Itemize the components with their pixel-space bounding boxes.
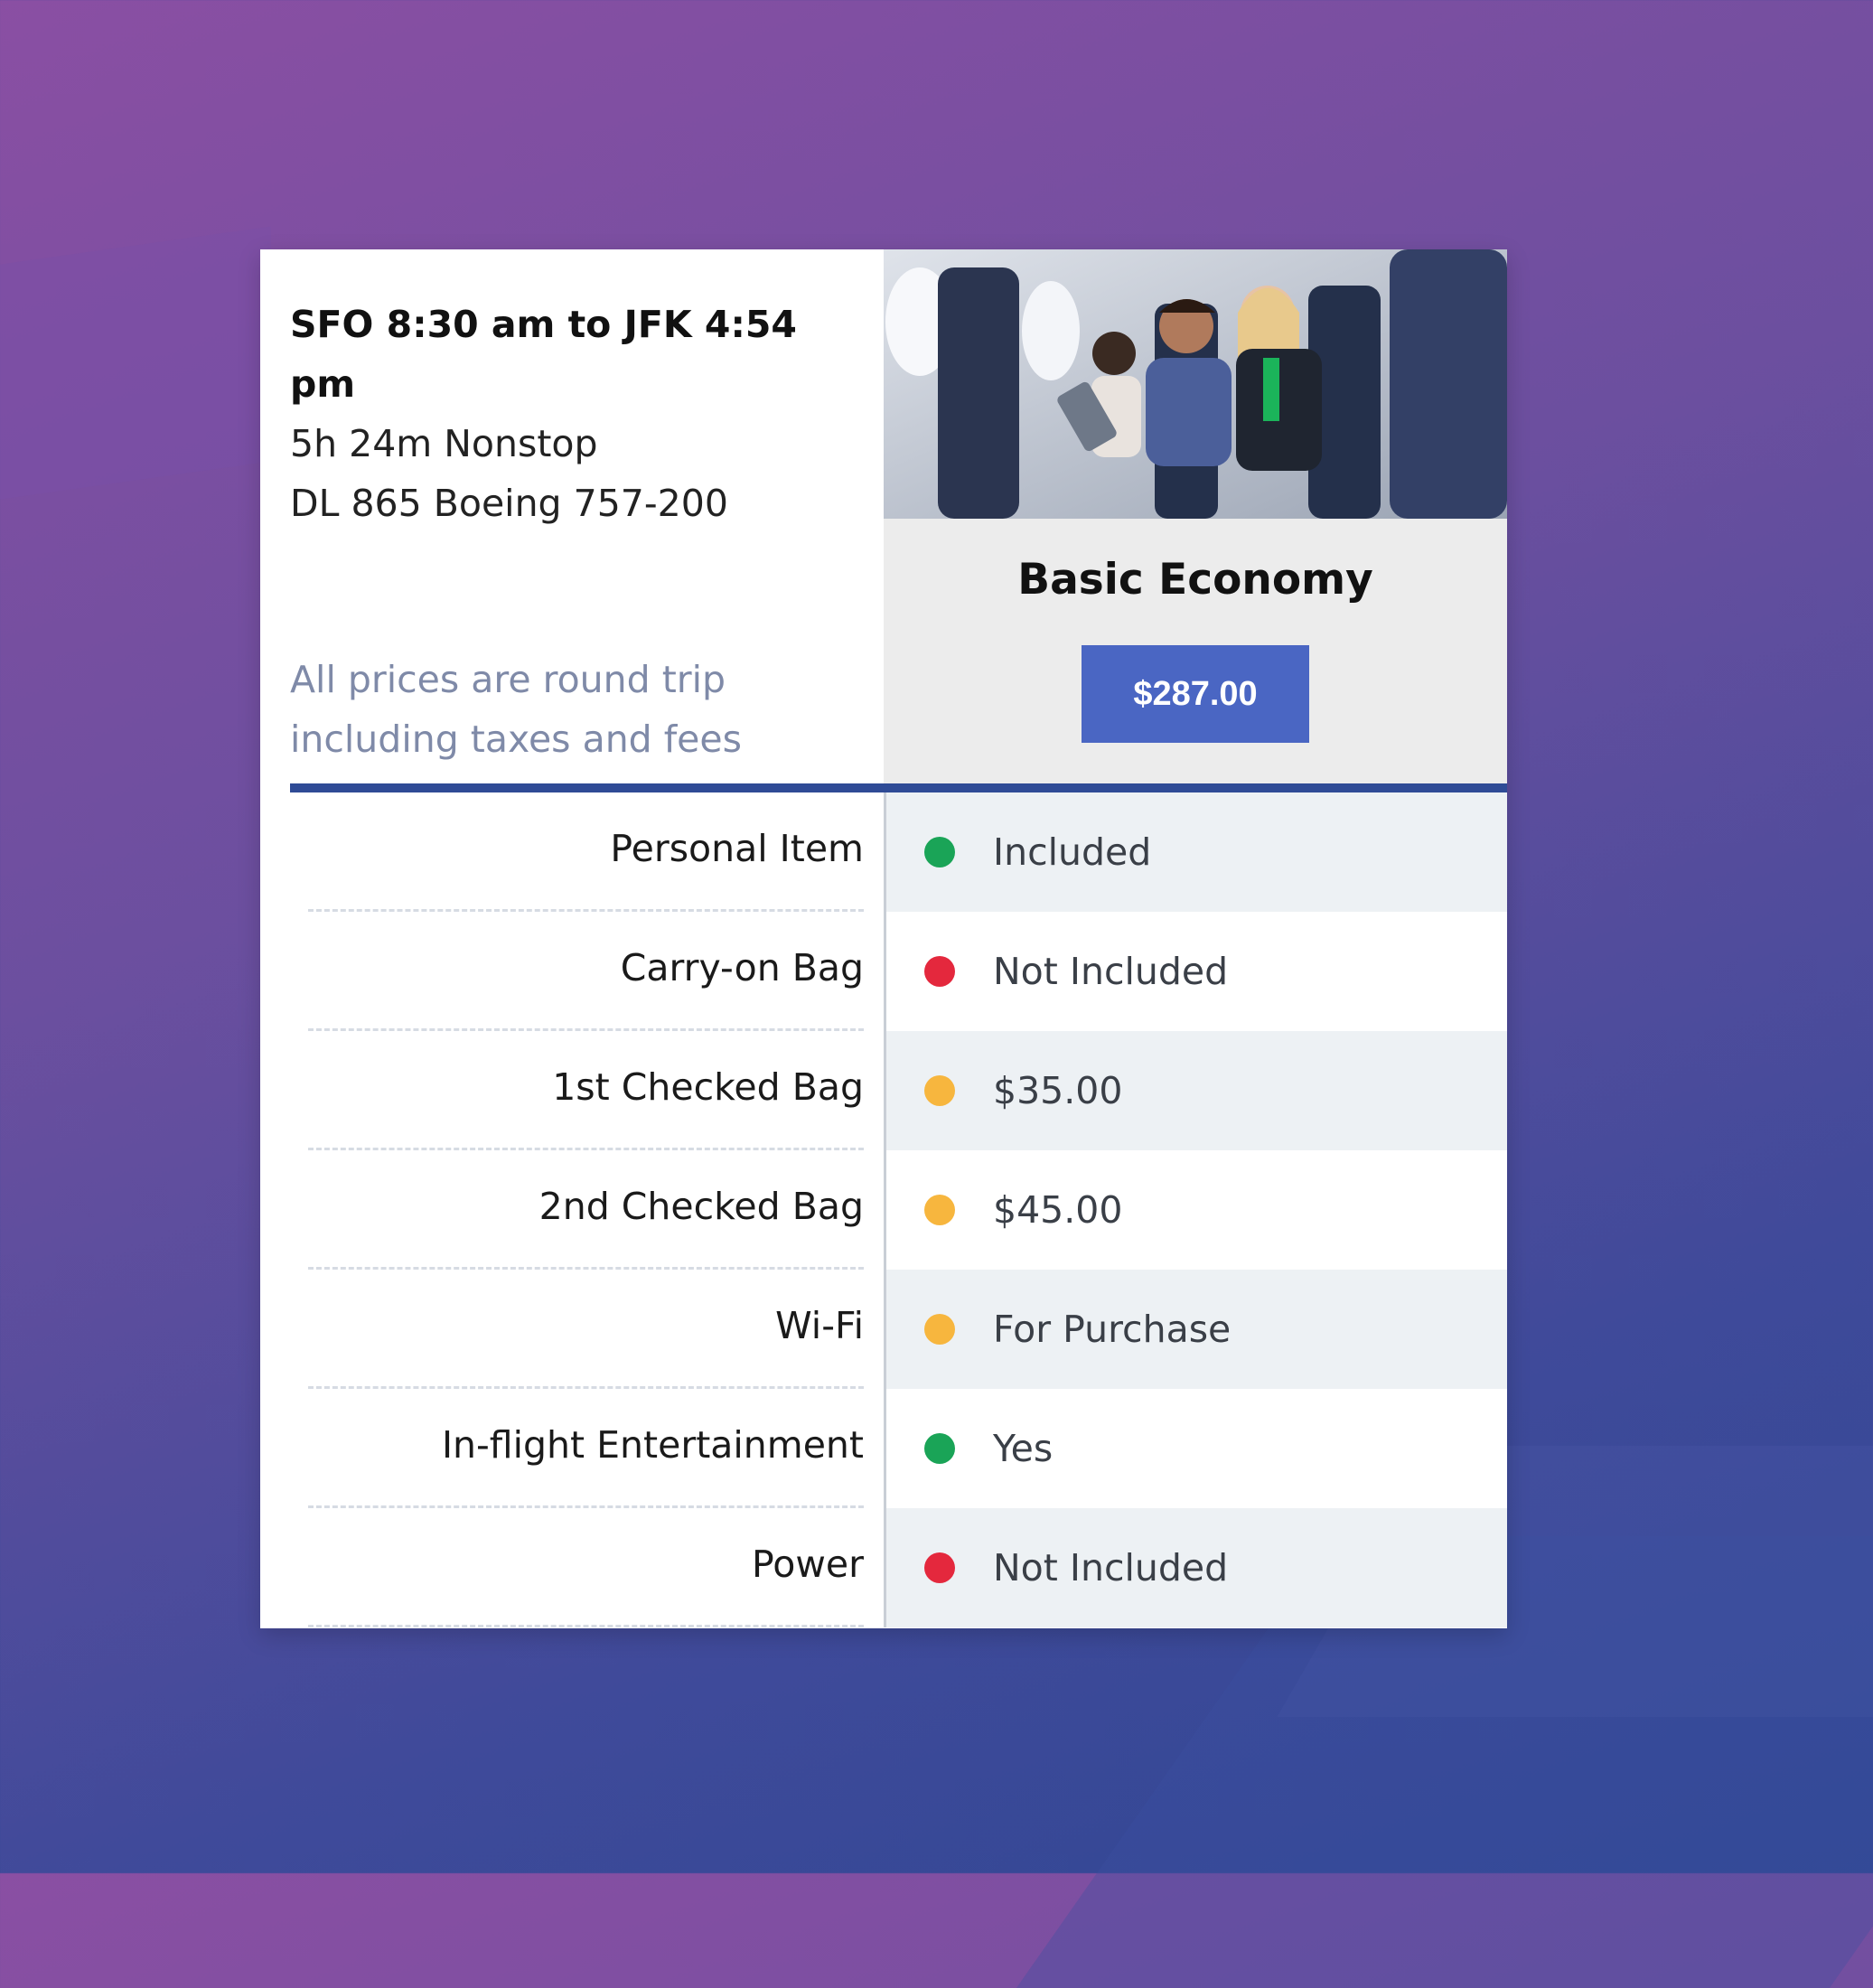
amenity-row: Wi-Fi For Purchase (260, 1270, 1507, 1389)
amenity-value: $35.00 (993, 1069, 1123, 1112)
fare-column: Basic Economy $287.00 (884, 249, 1507, 788)
amenity-label: Carry-on Bag (308, 912, 864, 1031)
pricing-note: All prices are round trip including taxe… (290, 650, 850, 769)
flight-summary: SFO 8:30 am to JFK 4:54 pm 5h 24m Nonsto… (290, 295, 868, 533)
amenity-label: 1st Checked Bag (308, 1031, 864, 1150)
status-red-dot-icon (924, 1552, 955, 1583)
cabin-photo (884, 249, 1507, 519)
status-green-dot-icon (924, 837, 955, 867)
amenity-value-cell: Not Included (884, 1508, 1507, 1627)
status-green-dot-icon (924, 1433, 955, 1464)
amenity-value: Yes (993, 1427, 1054, 1470)
flight-route: SFO 8:30 am to JFK 4:54 pm (290, 303, 797, 406)
amenity-row: 1st Checked Bag $35.00 (260, 1031, 1507, 1150)
amenity-value: Not Included (993, 1546, 1229, 1589)
background-shape (0, 226, 271, 515)
amenity-value: For Purchase (993, 1308, 1231, 1351)
pricing-note-line: All prices are round trip (290, 658, 726, 701)
amenity-label: Power (308, 1508, 864, 1627)
amenity-row: In-flight Entertainment Yes (260, 1389, 1507, 1508)
status-red-dot-icon (924, 956, 955, 987)
amenity-value-cell: Included (884, 792, 1507, 912)
amenity-label: Personal Item (308, 792, 864, 912)
flight-fare-card: SFO 8:30 am to JFK 4:54 pm 5h 24m Nonsto… (260, 249, 1507, 1628)
flight-number-aircraft: DL 865 Boeing 757-200 (290, 482, 728, 525)
amenity-value-cell: Not Included (884, 912, 1507, 1031)
amenity-value-cell: Yes (884, 1389, 1507, 1508)
flight-duration: 5h 24m Nonstop (290, 422, 598, 465)
amenity-row: Carry-on Bag Not Included (260, 912, 1507, 1031)
amenity-value-cell: For Purchase (884, 1270, 1507, 1389)
amenity-row: Personal Item Included (260, 792, 1507, 912)
amenity-value-cell: $35.00 (884, 1031, 1507, 1150)
section-divider (290, 783, 1507, 792)
status-amber-dot-icon (924, 1314, 955, 1345)
amenity-label: 2nd Checked Bag (308, 1150, 864, 1270)
amenity-value: Not Included (993, 950, 1229, 993)
amenity-row: 2nd Checked Bag $45.00 (260, 1150, 1507, 1270)
amenity-label: In-flight Entertainment (308, 1389, 864, 1508)
amenity-value: Included (993, 830, 1152, 874)
status-amber-dot-icon (924, 1075, 955, 1106)
amenity-value-cell: $45.00 (884, 1150, 1507, 1270)
amenities-table: Personal Item Included Carry-on Bag Not Inc… (260, 792, 1507, 1627)
amenity-row: Power Not Included (260, 1508, 1507, 1627)
pricing-note-line: including taxes and fees (290, 717, 742, 761)
amenity-label: Wi-Fi (308, 1270, 864, 1389)
amenity-value: $45.00 (993, 1188, 1123, 1232)
status-amber-dot-icon (924, 1195, 955, 1225)
select-fare-button[interactable]: $287.00 (1082, 645, 1309, 743)
fare-class-title: Basic Economy (1017, 555, 1373, 605)
cabin-photo-illustration (884, 249, 1507, 519)
